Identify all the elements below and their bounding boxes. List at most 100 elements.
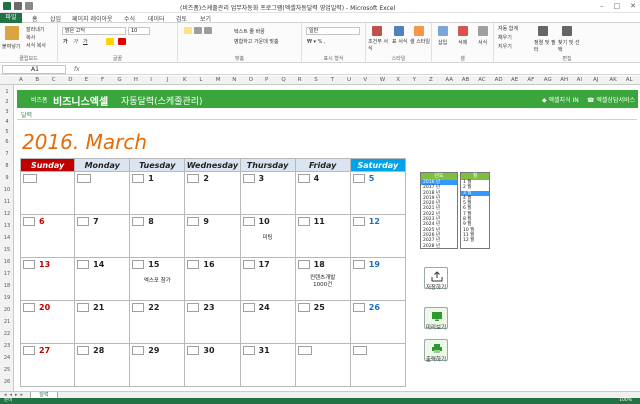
calendar-day-cell[interactable]: 9 (185, 215, 241, 258)
cut-button[interactable]: 잘라내기 (26, 26, 44, 33)
row-header[interactable]: 1 (0, 89, 14, 95)
fx-label[interactable]: fx (74, 66, 80, 73)
calendar-day-cell[interactable] (295, 344, 351, 387)
row-header[interactable]: 14 (0, 235, 14, 241)
column-header[interactable]: AC (478, 77, 486, 83)
column-header[interactable]: T (331, 77, 334, 83)
calendar-day-cell[interactable]: 19 (350, 258, 406, 301)
row-header[interactable]: 11 (0, 199, 14, 205)
row-header[interactable]: 7 (0, 151, 14, 157)
delete-cells-button[interactable]: 삭제 (458, 39, 467, 46)
tab-formulas[interactable]: 수식 (124, 14, 135, 23)
tab-data[interactable]: 데이터 (148, 14, 165, 23)
row-header[interactable]: 18 (0, 283, 14, 289)
minimize-button[interactable]: – (600, 2, 604, 10)
row-header[interactable]: 5 (0, 129, 14, 135)
row-header[interactable]: 8 (0, 163, 14, 169)
column-header[interactable]: M (216, 77, 221, 83)
calendar-day-cell[interactable]: 27 (20, 344, 76, 387)
bold-button[interactable]: 가 (63, 38, 68, 45)
column-header[interactable]: AK (609, 77, 616, 83)
copy-button[interactable]: 복사 (26, 34, 35, 41)
merge-center-button[interactable]: 병합하고 가운데 맞춤 (234, 38, 279, 45)
row-header[interactable]: 26 (0, 379, 14, 385)
calendar-day-cell[interactable]: 18 컨텐츠개발 1000건 (295, 258, 351, 301)
calendar-day-cell[interactable]: 26 (350, 301, 406, 344)
column-header[interactable]: AG (544, 77, 552, 83)
calendar-day-cell[interactable] (20, 172, 76, 215)
font-size-combo[interactable]: 10 (128, 27, 150, 35)
month-listbox[interactable]: 월 1 월2 월3 월4 월5 월6 월7 월8 월9 월 10 월 11 월 12 … (460, 172, 490, 249)
column-header[interactable]: B (35, 77, 39, 83)
row-header[interactable]: 12 (0, 211, 14, 217)
row-header[interactable]: 16 (0, 259, 14, 265)
calendar-day-cell[interactable]: 16 (185, 258, 241, 301)
tab-home[interactable]: 홈 (32, 14, 38, 23)
column-header[interactable]: Z (429, 77, 433, 83)
column-header[interactable]: F (101, 77, 104, 83)
sort-filter-button[interactable]: 정렬 및 필터 (534, 39, 556, 53)
column-header[interactable]: W (380, 77, 385, 83)
italic-button[interactable]: 가 (73, 38, 78, 45)
column-header[interactable]: AB (462, 77, 470, 83)
column-header[interactable]: AE (511, 77, 518, 83)
calendar-day-cell[interactable]: 10 미팅 (240, 215, 296, 258)
fill-button[interactable]: 채우기 (498, 34, 512, 41)
row-header[interactable]: 21 (0, 319, 14, 325)
column-header[interactable]: K (183, 77, 187, 83)
column-header[interactable]: U (347, 77, 351, 83)
calendar-day-cell[interactable]: 28 (75, 344, 131, 387)
row-header[interactable]: 15 (0, 247, 14, 253)
calendar-day-cell[interactable]: 2 (185, 172, 241, 215)
column-header[interactable]: C (52, 77, 56, 83)
row-header[interactable]: 24 (0, 355, 14, 361)
calendar-day-cell[interactable]: 11 (295, 215, 351, 258)
calendar-day-cell[interactable]: 14 (75, 258, 131, 301)
column-header[interactable]: AJ (593, 77, 598, 83)
autosum-button[interactable]: 자동 합계 (498, 25, 518, 32)
excel-consult-link[interactable]: ☎ 엑셀상담서비스 (587, 95, 635, 104)
row-header[interactable]: 17 (0, 271, 14, 277)
currency-button[interactable]: ₩ ▾ % , (307, 39, 326, 45)
calendar-day-cell[interactable] (350, 344, 406, 387)
table-format-icon[interactable] (394, 26, 404, 36)
cell-style-icon[interactable] (414, 26, 424, 36)
insert-cells-button[interactable]: 삽입 (438, 39, 447, 46)
font-name-combo[interactable]: 맑은 고딕 (62, 27, 126, 35)
column-header[interactable]: P (265, 77, 268, 83)
name-box[interactable]: A1 (2, 65, 66, 74)
underline-button[interactable]: 가 (83, 38, 88, 45)
calendar-day-cell[interactable]: 22 (130, 301, 186, 344)
delete-cells-icon[interactable] (458, 26, 468, 36)
column-header[interactable]: AD (495, 77, 503, 83)
calendar-day-cell[interactable]: 15 엑스포 참가 (130, 258, 186, 301)
column-header[interactable]: AH (560, 77, 568, 83)
column-header[interactable]: L (199, 77, 202, 83)
table-format-button[interactable]: 표 서식 (392, 38, 408, 45)
conditional-format-icon[interactable] (372, 26, 382, 36)
breadcrumb[interactable]: 달력 (21, 110, 32, 119)
align-middle-icon[interactable] (194, 27, 202, 34)
calendar-day-cell[interactable]: 17 (240, 258, 296, 301)
find-select-button[interactable]: 찾기 및 선택 (558, 39, 580, 53)
row-header[interactable]: 25 (0, 367, 14, 373)
column-header[interactable]: J (167, 77, 169, 83)
conditional-format-button[interactable]: 조건부 서식 (368, 38, 390, 52)
fill-color-icon[interactable] (106, 38, 114, 45)
column-header[interactable]: AF (527, 77, 534, 83)
calendar-day-cell[interactable]: 23 (185, 301, 241, 344)
insert-cells-icon[interactable] (438, 26, 448, 36)
align-top-icon[interactable] (184, 27, 192, 34)
month-option[interactable]: 12 월 (461, 238, 489, 243)
calendar-day-cell[interactable]: 4 (295, 172, 351, 215)
column-header[interactable]: Q (281, 77, 285, 83)
calendar-day-cell[interactable]: 24 (240, 301, 296, 344)
calendar-day-cell[interactable]: 5 (350, 172, 406, 215)
column-header[interactable]: D (68, 77, 72, 83)
column-header[interactable]: X (396, 77, 400, 83)
row-header[interactable]: 23 (0, 343, 14, 349)
excel-knowledge-link[interactable]: ◆ 엑셀지식 IN (542, 95, 579, 104)
column-header[interactable]: V (363, 77, 367, 83)
column-header[interactable]: AI (577, 77, 582, 83)
calendar-day-cell[interactable]: 7 (75, 215, 131, 258)
